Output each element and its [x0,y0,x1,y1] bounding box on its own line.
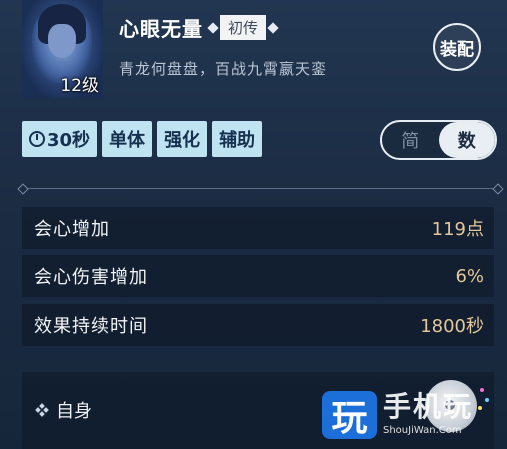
target-label-row: 自身 [35,397,92,423]
tier-label: 初传 [220,15,267,40]
sparkle-dot [480,388,484,392]
sparkle-dot [478,406,482,410]
section-divider [22,188,499,189]
tag-cooldown-label: 30秒 [47,130,91,151]
stat-row-duration: 效果持续时间 1800秒 [22,304,494,346]
character-portrait: 12级 [22,0,103,98]
view-mode-toggle[interactable]: 简 数 [380,120,497,160]
watermark-logo: 玩 [322,391,377,439]
sparkle-dot [485,398,489,402]
tag-cooldown: 30秒 [22,121,98,157]
watermark: 玩 手机玩 ShouJiWan.Com [322,391,473,439]
level-badge: 12级 [60,76,99,96]
tag-single-target: 单体 [102,121,153,157]
skill-subtitle: 青龙何盘盘，百战九霄嬴天銮 [119,60,328,78]
equip-button[interactable]: 装配 [433,23,481,71]
stat-label: 效果持续时间 [34,316,148,337]
stat-value: 1800秒 [420,316,484,337]
skill-tags: 30秒 单体 强化 辅助 [22,121,263,157]
tier-left-diamond-icon [207,21,219,34]
stat-value: 119点 [431,219,484,240]
portrait-face [48,24,76,58]
target-label: 自身 [56,401,92,422]
tier-badge: 初传 [207,15,279,40]
stat-row-crit-damage: 会心伤害增加 6% [22,255,494,297]
watermark-url: ShouJiWan.Com [383,425,462,436]
tag-support: 辅助 [212,121,263,157]
skill-name: 心眼无量 [119,17,203,41]
tier-right-diamond-icon [267,21,279,34]
stat-label: 会心增加 [34,219,110,240]
skill-title-row: 心眼无量 初传 [119,13,279,42]
toggle-numeric[interactable]: 数 [438,122,495,158]
toggle-simple[interactable]: 简 [382,122,439,158]
watermark-site-name: 手机玩 [383,390,474,423]
stat-row-crit: 会心增加 119点 [22,207,494,249]
clock-icon [29,131,45,147]
tag-buff: 强化 [157,121,208,157]
stat-value: 6% [455,265,484,287]
stat-label: 会心伤害增加 [34,267,148,288]
diamond-cluster-icon [35,403,49,417]
